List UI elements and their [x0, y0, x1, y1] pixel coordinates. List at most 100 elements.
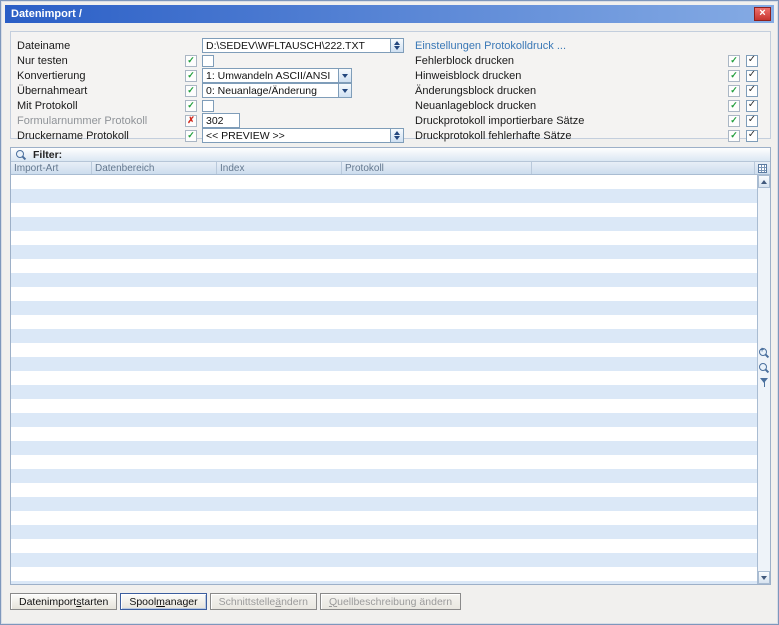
grid-columns-icon[interactable]: [758, 164, 767, 173]
uebernahmeart-value[interactable]: 0: Neuanlage/Änderung: [202, 83, 338, 98]
column-options-cell[interactable]: [755, 162, 770, 174]
plus-glyph: +: [760, 347, 764, 355]
valid-check-icon: [728, 130, 740, 142]
button-label-part: uellbeschreibung ändern: [337, 596, 452, 608]
field-row-mit-protokoll: Mit Protokoll: [17, 98, 415, 113]
valid-check-icon: [728, 55, 740, 67]
titlebar[interactable]: Datenimport /: [5, 5, 774, 23]
hinweisblock-checkbox[interactable]: [746, 70, 758, 82]
results-grid-panel: Filter: Import-Art Datenbereich Index Pr…: [10, 147, 771, 585]
nur-testen-label: Nur testen: [17, 55, 185, 67]
up-triangle-icon: [394, 131, 400, 135]
spoolmanager-button[interactable]: Spoolmanager: [120, 593, 206, 610]
dateiname-combo[interactable]: D:\SEDEV\WFLTAUSCH\222.TXT: [202, 38, 404, 53]
down-triangle-icon: [342, 89, 348, 93]
filter-funnel-icon[interactable]: [760, 378, 769, 388]
neuanlageblock-label: Neuanlageblock drucken: [415, 100, 728, 112]
valid-check-icon: [185, 85, 197, 97]
close-icon[interactable]: [754, 7, 771, 21]
option-row-fehlerhafte-saetze: Druckprotokoll fehlerhafte Sätze: [415, 128, 761, 143]
button-label-part: Datenimport: [19, 596, 76, 608]
window-title: Datenimport /: [11, 8, 754, 20]
field-row-uebernahmeart: Übernahmeart 0: Neuanlage/Änderung: [17, 83, 415, 98]
option-row-aenderungsblock: Änderungsblock drucken: [415, 83, 761, 98]
zoom-icon[interactable]: [759, 363, 769, 373]
updown-arrow-icon[interactable]: [390, 128, 404, 143]
dropdown-arrow-icon[interactable]: [338, 83, 352, 98]
option-row-neuanlageblock: Neuanlageblock drucken: [415, 98, 761, 113]
form-left-column: Dateiname D:\SEDEV\WFLTAUSCH\222.TXT Nur…: [17, 38, 415, 138]
zoom-in-icon[interactable]: +: [759, 348, 769, 358]
option-row-importierbare-saetze: Druckprotokoll importierbare Sätze: [415, 113, 761, 128]
field-row-druckername: Druckername Protokoll << PREVIEW >>: [17, 128, 415, 143]
nur-testen-checkbox[interactable]: [202, 55, 214, 67]
protokolldruck-settings-link[interactable]: Einstellungen Protokolldruck ...: [415, 38, 761, 53]
down-triangle-icon: [394, 136, 400, 140]
valid-check-icon: [728, 70, 740, 82]
field-row-dateiname: Dateiname D:\SEDEV\WFLTAUSCH\222.TXT: [17, 38, 415, 53]
aenderungsblock-checkbox[interactable]: [746, 85, 758, 97]
button-accesskey: m: [156, 596, 165, 608]
formularnummer-input[interactable]: [202, 113, 240, 128]
invalid-x-icon: [185, 115, 197, 127]
column-header-datenbereich[interactable]: Datenbereich: [92, 162, 217, 174]
mit-protokoll-checkbox[interactable]: [202, 100, 214, 112]
scroll-down-icon: [761, 576, 767, 580]
import-settings-panel: Dateiname D:\SEDEV\WFLTAUSCH\222.TXT Nur…: [10, 31, 771, 139]
column-header-import-art[interactable]: Import-Art: [11, 162, 92, 174]
grid-body-empty-rows[interactable]: [11, 175, 757, 584]
dialog-window: Datenimport / Dateiname D:\SEDEV\WFLTAUS…: [0, 0, 779, 625]
dateiname-label: Dateiname: [17, 40, 185, 52]
aenderungsblock-label: Änderungsblock drucken: [415, 85, 728, 97]
updown-arrow-icon[interactable]: [390, 38, 404, 53]
button-label-part: ndern: [281, 596, 308, 608]
importierbare-saetze-label: Druckprotokoll importierbare Sätze: [415, 115, 728, 127]
uebernahmeart-select[interactable]: 0: Neuanlage/Änderung: [202, 83, 352, 98]
scroll-up-button[interactable]: [758, 175, 770, 188]
grid-header-row: Import-Art Datenbereich Index Protokoll: [11, 162, 770, 175]
valid-check-icon: [728, 85, 740, 97]
schnittstelle-aendern-button: Schnittstelle ändern: [210, 593, 317, 610]
druckername-value[interactable]: << PREVIEW >>: [202, 128, 390, 143]
column-header-filler: [532, 162, 755, 174]
down-triangle-icon: [342, 74, 348, 78]
konvertierung-select[interactable]: 1: Umwandeln ASCII/ANSI: [202, 68, 352, 83]
field-row-formularnummer: Formularnummer Protokoll: [17, 113, 415, 128]
importierbare-saetze-checkbox[interactable]: [746, 115, 758, 127]
fehlerhafte-saetze-label: Druckprotokoll fehlerhafte Sätze: [415, 130, 728, 142]
button-label-part: Schnittstelle: [219, 596, 276, 608]
column-header-protokoll[interactable]: Protokoll: [342, 162, 532, 174]
mit-protokoll-label: Mit Protokoll: [17, 100, 185, 112]
valid-check-icon: [185, 70, 197, 82]
scroll-up-icon: [761, 180, 767, 184]
search-icon[interactable]: [16, 150, 26, 160]
filter-label: Filter:: [33, 149, 62, 161]
quellbeschreibung-aendern-button: Quellbeschreibung ändern: [320, 593, 461, 610]
scroll-down-button[interactable]: [758, 571, 770, 584]
button-label-part: anager: [165, 596, 198, 608]
fehlerblock-checkbox[interactable]: [746, 55, 758, 67]
column-header-index[interactable]: Index: [217, 162, 342, 174]
fehlerblock-label: Fehlerblock drucken: [415, 55, 728, 67]
option-row-fehlerblock: Fehlerblock drucken: [415, 53, 761, 68]
up-triangle-icon: [394, 41, 400, 45]
vertical-scrollbar[interactable]: +: [757, 175, 770, 584]
option-row-hinweisblock: Hinweisblock drucken: [415, 68, 761, 83]
hinweisblock-label: Hinweisblock drucken: [415, 70, 728, 82]
dropdown-arrow-icon[interactable]: [338, 68, 352, 83]
fehlerhafte-saetze-checkbox[interactable]: [746, 130, 758, 142]
scrollbar-tool-icons: +: [759, 348, 769, 388]
datenimport-starten-button[interactable]: Datenimport starten: [10, 593, 117, 610]
button-accesskey: Q: [329, 596, 337, 608]
neuanlageblock-checkbox[interactable]: [746, 100, 758, 112]
valid-check-icon: [728, 115, 740, 127]
dateiname-value[interactable]: D:\SEDEV\WFLTAUSCH\222.TXT: [202, 38, 390, 53]
valid-check-icon: [185, 55, 197, 67]
formularnummer-label: Formularnummer Protokoll: [17, 115, 185, 127]
uebernahmeart-label: Übernahmeart: [17, 85, 185, 97]
form-right-column: Einstellungen Protokolldruck ... Fehlerb…: [415, 38, 762, 138]
konvertierung-value[interactable]: 1: Umwandeln ASCII/ANSI: [202, 68, 338, 83]
druckername-combo[interactable]: << PREVIEW >>: [202, 128, 404, 143]
valid-check-icon: [185, 130, 197, 142]
druckername-label: Druckername Protokoll: [17, 130, 185, 142]
